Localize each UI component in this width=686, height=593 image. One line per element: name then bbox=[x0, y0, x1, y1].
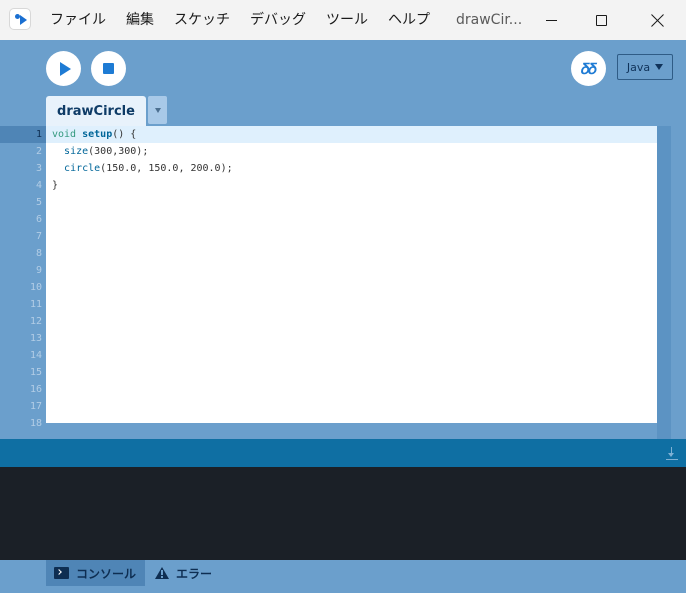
code-line: } bbox=[52, 177, 58, 194]
mode-label: Java bbox=[626, 60, 651, 74]
mode-selector[interactable]: Java bbox=[617, 54, 673, 80]
tab-errors[interactable]: エラー bbox=[147, 560, 220, 586]
code-token: size bbox=[64, 146, 89, 157]
minimize-icon bbox=[545, 19, 557, 21]
tab-console[interactable]: コンソール bbox=[46, 560, 145, 586]
close-button[interactable] bbox=[632, 0, 682, 40]
line-number: 11 bbox=[29, 299, 42, 310]
processing-logo-icon[interactable] bbox=[9, 8, 31, 30]
terminal-icon bbox=[54, 567, 69, 579]
line-number: 13 bbox=[29, 333, 42, 344]
code-editor: 1 2 3 4 5 6 7 8 9 10 11 12 13 14 15 16 17 18 void setup()… bbox=[0, 126, 686, 439]
console-header bbox=[0, 439, 686, 467]
debugger-button[interactable]: 𝛿𝛿 bbox=[571, 51, 606, 86]
line-number: 3 bbox=[35, 163, 42, 174]
stop-icon bbox=[103, 63, 114, 74]
chevron-down-icon bbox=[655, 64, 664, 70]
bottom-tab-bar: コンソール エラー bbox=[0, 560, 686, 593]
tab-menu-button[interactable] bbox=[148, 96, 167, 124]
code-token: (150.0, 150.0, 200.0); bbox=[100, 163, 233, 174]
line-number: 18 bbox=[29, 418, 42, 429]
tab-console-label: コンソール bbox=[76, 566, 137, 581]
code-token: setup bbox=[82, 129, 113, 140]
menu-bar: ファイル 編集 スケッチ デバッグ ツール ヘルプ bbox=[40, 0, 440, 40]
line-number: 2 bbox=[35, 146, 42, 157]
code-token: } bbox=[52, 180, 59, 191]
line-number: 5 bbox=[35, 197, 42, 208]
code-line: void setup() { bbox=[52, 126, 136, 143]
code-token: void bbox=[52, 129, 77, 140]
debugger-icon: 𝛿𝛿 bbox=[581, 59, 597, 78]
editor-scrollbar[interactable] bbox=[657, 126, 671, 439]
line-number: 9 bbox=[35, 265, 42, 276]
stop-button[interactable] bbox=[91, 51, 126, 86]
code-text-area[interactable]: void setup() { size(300,300); circle(150… bbox=[46, 126, 657, 423]
tab-errors-label: エラー bbox=[176, 566, 213, 581]
code-token: circle bbox=[64, 163, 101, 174]
close-icon bbox=[651, 14, 664, 27]
chevron-down-icon bbox=[154, 107, 161, 113]
maximize-icon bbox=[595, 14, 607, 26]
line-number: 7 bbox=[35, 231, 42, 242]
code-token: () { bbox=[112, 129, 137, 140]
tab-drawcircle[interactable]: drawCircle bbox=[46, 96, 146, 126]
play-icon bbox=[59, 61, 71, 76]
clear-console-icon[interactable] bbox=[666, 447, 678, 461]
title-bar: ファイル 編集 スケッチ デバッグ ツール ヘルプ drawCir... bbox=[0, 0, 686, 40]
menu-tools[interactable]: ツール bbox=[316, 0, 378, 40]
menu-edit[interactable]: 編集 bbox=[116, 0, 164, 40]
code-token: (300,300); bbox=[88, 146, 149, 157]
toolbar: 𝛿𝛿 Java bbox=[0, 40, 686, 96]
window-title: drawCir... bbox=[456, 12, 523, 28]
line-number: 6 bbox=[35, 214, 42, 225]
line-number-gutter: 1 2 3 4 5 6 7 8 9 10 11 12 13 14 15 16 17 18 bbox=[0, 126, 46, 439]
line-number: 17 bbox=[29, 401, 42, 412]
menu-sketch[interactable]: スケッチ bbox=[164, 0, 240, 40]
line-number: 10 bbox=[29, 282, 42, 293]
menu-debug[interactable]: デバッグ bbox=[240, 0, 316, 40]
line-number: 12 bbox=[29, 316, 42, 327]
console-output[interactable] bbox=[0, 467, 686, 560]
line-number: 14 bbox=[29, 350, 42, 361]
minimize-button[interactable] bbox=[526, 0, 576, 40]
editor-margin bbox=[671, 126, 686, 439]
maximize-button[interactable] bbox=[576, 0, 626, 40]
sketch-tab-row: drawCircle bbox=[0, 96, 686, 126]
code-line: circle(150.0, 150.0, 200.0); bbox=[52, 160, 233, 177]
current-line-highlight bbox=[46, 126, 657, 143]
line-number: 4 bbox=[35, 180, 42, 191]
line-number: 15 bbox=[29, 367, 42, 378]
run-button[interactable] bbox=[46, 51, 81, 86]
menu-help[interactable]: ヘルプ bbox=[378, 0, 440, 40]
warning-icon bbox=[155, 567, 169, 579]
menu-file[interactable]: ファイル bbox=[40, 0, 116, 40]
line-number: 1 bbox=[35, 129, 42, 140]
line-number: 16 bbox=[29, 384, 42, 395]
code-line: size(300,300); bbox=[52, 143, 148, 160]
line-number: 8 bbox=[35, 248, 42, 259]
